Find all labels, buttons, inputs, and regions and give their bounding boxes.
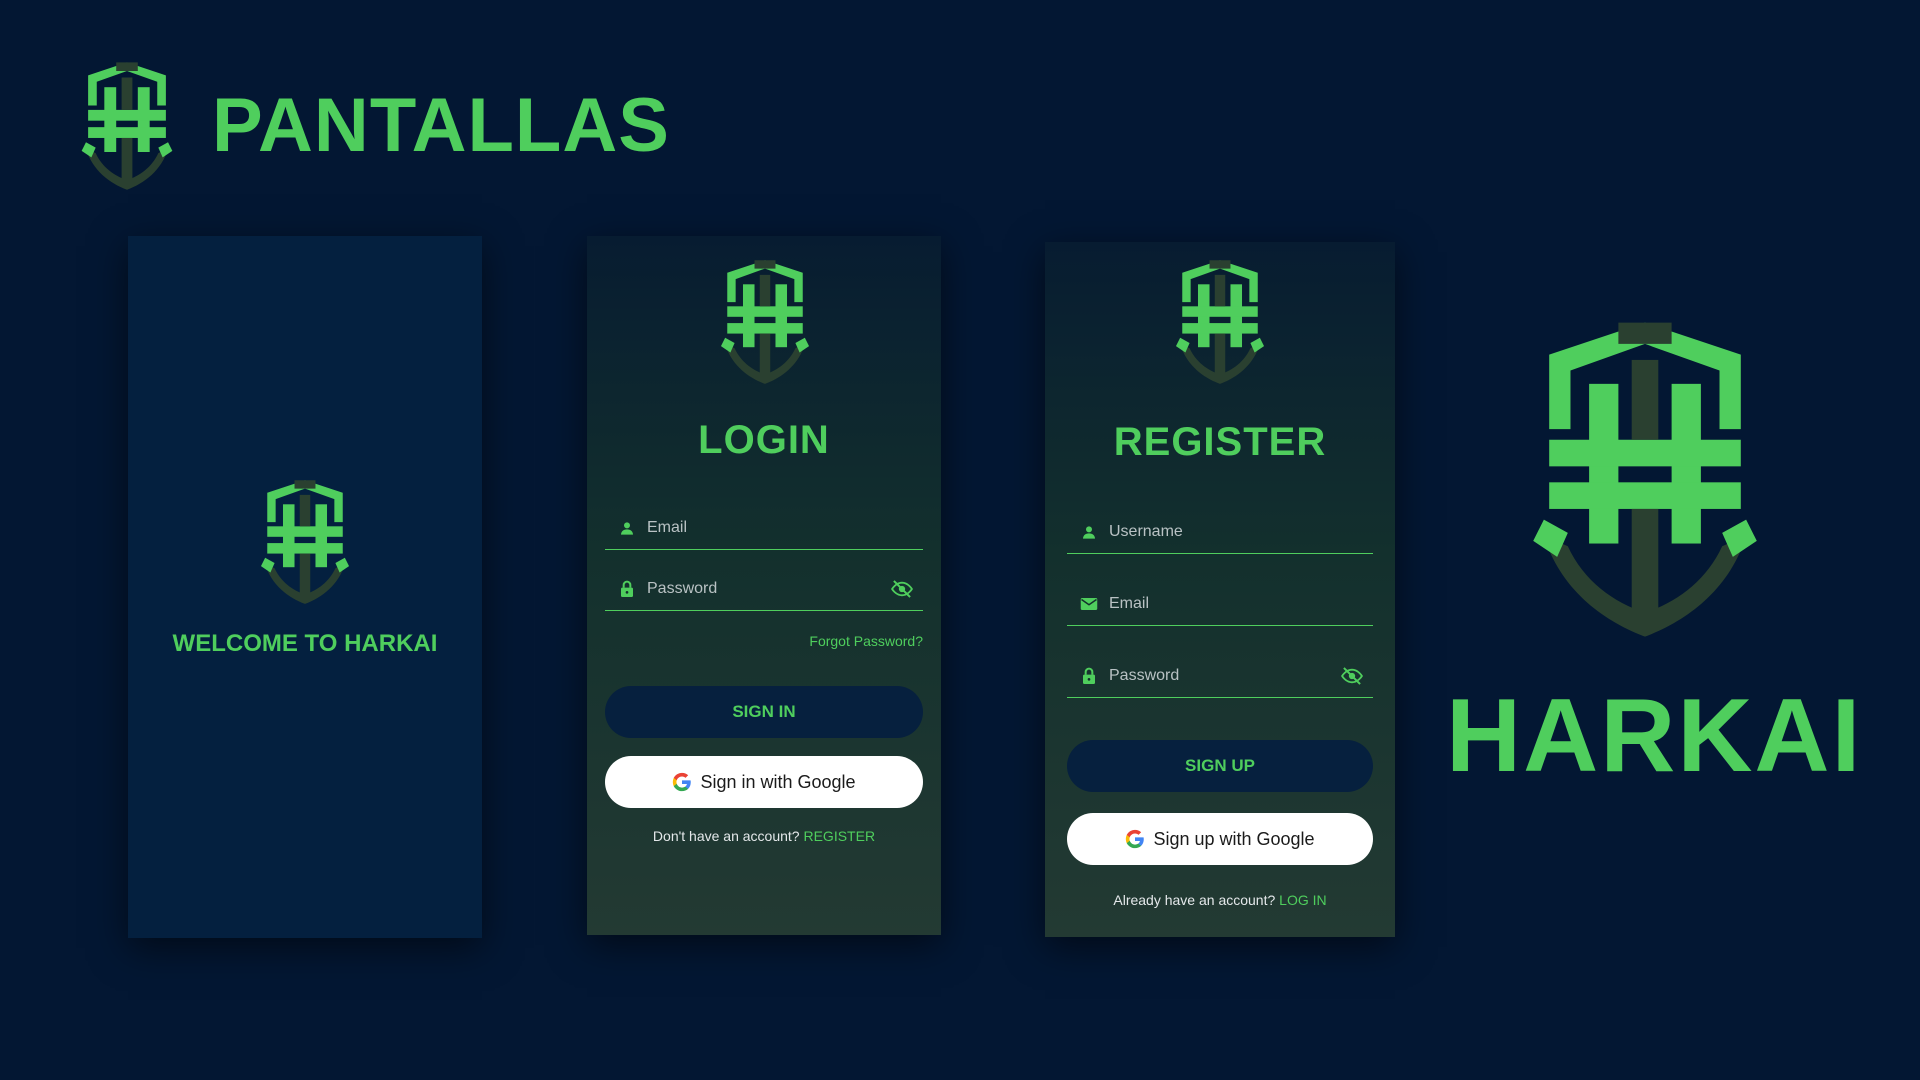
welcome-text: WELCOME TO HARKAI bbox=[172, 630, 438, 657]
password-placeholder: Password bbox=[647, 579, 718, 597]
harkai-logo-icon bbox=[711, 256, 819, 386]
register-title: REGISTER bbox=[1113, 420, 1327, 464]
eye-off-icon[interactable] bbox=[889, 576, 915, 602]
harkai-logo-icon bbox=[1510, 312, 1780, 642]
harkai-logo-icon bbox=[73, 58, 181, 192]
register-link[interactable]: REGISTER bbox=[803, 828, 875, 844]
register-prompt-text: Don't have an account? bbox=[652, 828, 800, 844]
google-sign-in-label: Sign in with Google bbox=[700, 771, 856, 792]
email-field[interactable]: Email bbox=[605, 506, 923, 550]
username-placeholder: Username bbox=[1109, 522, 1183, 540]
lock-icon bbox=[1079, 666, 1099, 686]
register-screen: REGISTER Username Email Password SIGN UP… bbox=[1045, 242, 1395, 937]
sign-up-button[interactable]: SIGN UP bbox=[1067, 740, 1373, 792]
harkai-logo-icon bbox=[251, 476, 359, 606]
person-icon bbox=[617, 518, 637, 538]
page-title: PANTALLAS bbox=[212, 83, 670, 168]
login-prompt-text: Already have an account? bbox=[1113, 892, 1276, 908]
google-sign-in-button[interactable]: Sign in with Google bbox=[605, 756, 923, 808]
login-title: LOGIN bbox=[698, 418, 830, 462]
password-field[interactable]: Password bbox=[605, 567, 923, 611]
harkai-logo-icon bbox=[1166, 256, 1274, 386]
google-icon bbox=[672, 772, 692, 792]
google-icon bbox=[1125, 829, 1145, 849]
login-screen: LOGIN Email Password Forgot Password? SI… bbox=[587, 236, 941, 935]
email-placeholder: Email bbox=[647, 518, 688, 536]
login-prompt: Already have an account? LOG IN bbox=[1045, 892, 1395, 908]
brand-name: HARKAI bbox=[1446, 678, 1863, 794]
lock-icon bbox=[617, 579, 637, 599]
sign-in-button[interactable]: SIGN IN bbox=[605, 686, 923, 738]
google-sign-up-label: Sign up with Google bbox=[1153, 828, 1315, 849]
password-field[interactable]: Password bbox=[1067, 654, 1373, 698]
forgot-password-link[interactable]: Forgot Password? bbox=[809, 633, 923, 649]
welcome-screen: WELCOME TO HARKAI bbox=[128, 236, 482, 938]
register-prompt: Don't have an account? REGISTER bbox=[587, 828, 941, 844]
password-placeholder: Password bbox=[1109, 666, 1180, 684]
email-field[interactable]: Email bbox=[1067, 582, 1373, 626]
username-field[interactable]: Username bbox=[1067, 510, 1373, 554]
mail-icon bbox=[1079, 594, 1099, 614]
person-icon bbox=[1079, 522, 1099, 542]
email-placeholder: Email bbox=[1109, 594, 1150, 612]
google-sign-up-button[interactable]: Sign up with Google bbox=[1067, 813, 1373, 865]
login-link[interactable]: LOG IN bbox=[1279, 892, 1326, 908]
eye-off-icon[interactable] bbox=[1339, 663, 1365, 689]
